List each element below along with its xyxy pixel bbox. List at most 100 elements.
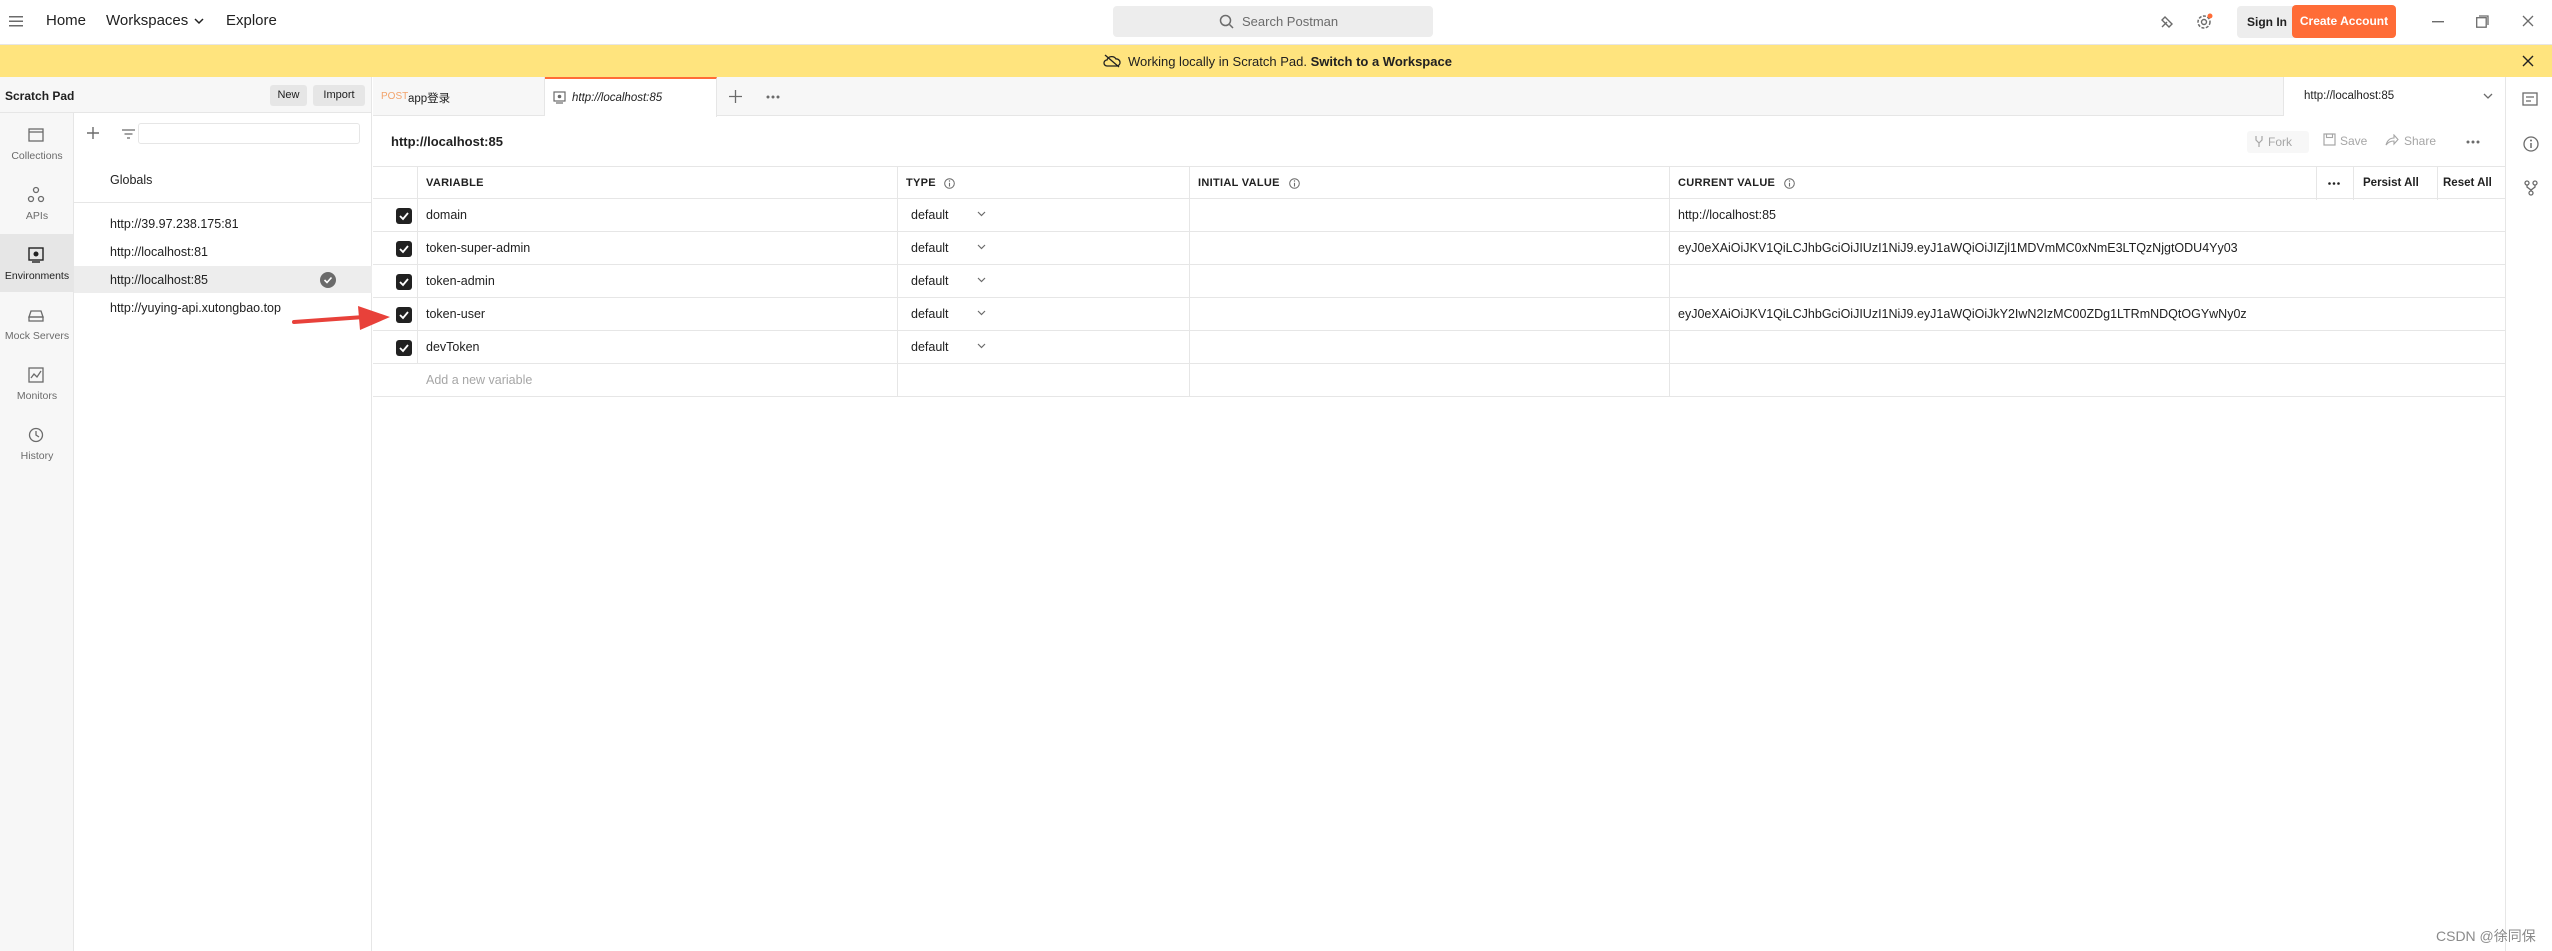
fork-button[interactable]: Fork [2247,131,2309,153]
fork-icon[interactable] [2524,180,2538,196]
add-environment-icon[interactable] [87,127,99,139]
tab-method: POST [381,91,409,102]
banner-message: Working locally in Scratch Pad. [1128,54,1307,69]
environment-item[interactable]: http://39.97.238.175:81 [74,210,372,237]
variable-type[interactable]: default [911,208,949,222]
nav-explore[interactable]: Explore [226,12,277,29]
settings-gear-icon[interactable] [2195,13,2213,31]
column-header-current-value: CURRENT VALUE [1678,177,1776,189]
variable-type[interactable]: default [911,274,949,288]
reset-all-button[interactable]: Reset All [2443,177,2492,189]
enabled-checkbox[interactable] [396,274,412,290]
variable-current-value[interactable]: eyJ0eXAiOiJKV1QiLCJhbGciOiJIUzI1NiJ9.eyJ… [1678,241,2238,255]
variable-type[interactable]: default [911,340,949,354]
variable-name[interactable]: token-super-admin [426,241,530,255]
enabled-checkbox[interactable] [396,340,412,356]
share-icon [2385,134,2399,146]
tab-request[interactable]: POST app登录 [373,77,545,116]
top-bar: Home Workspaces Explore Search Postman S… [0,0,2552,45]
hamburger-menu-icon[interactable] [9,15,23,27]
fork-icon [2254,135,2264,147]
sidebar-item-monitors[interactable]: Monitors [0,354,74,412]
variable-name[interactable]: devToken [426,340,480,354]
sidebar-rail: Collections APIs Environments Mock Serve… [0,113,74,951]
chevron-down-icon[interactable] [194,18,204,25]
sidebar-label-monitors: Monitors [16,390,58,402]
table-header-row: VARIABLE TYPE INITIAL VALUE CURRENT VALU… [373,166,2505,200]
save-button[interactable]: Save [2340,134,2367,148]
search-input[interactable]: Search Postman [1113,6,1433,37]
enabled-checkbox[interactable] [396,208,412,224]
persist-all-button[interactable]: Persist All [2363,177,2419,189]
info-icon[interactable] [1784,178,1795,189]
info-icon[interactable] [944,178,955,189]
table-row[interactable]: domain default http://localhost:85 [373,199,2505,232]
info-icon[interactable] [1289,178,1300,189]
environment-item[interactable]: http://localhost:81 [74,238,372,265]
sign-in-button[interactable]: Sign In [2237,6,2297,38]
chevron-down-icon[interactable] [977,211,986,217]
table-row[interactable]: devToken default [373,331,2505,364]
sidebar-label-history: History [20,450,54,462]
table-row[interactable]: token-super-admin default eyJ0eXAiOiJKV1… [373,232,2505,265]
more-tabs-icon[interactable] [766,95,780,99]
environment-label: http://yuying-api.xutongbao.top [110,301,281,315]
column-options-icon[interactable] [2328,182,2340,185]
variable-name[interactable]: token-user [426,307,485,321]
scratch-pad-title: Scratch Pad [5,89,75,103]
table-row[interactable]: token-admin default [373,265,2505,298]
close-window-icon[interactable] [2522,15,2534,27]
add-variable-input[interactable]: Add a new variable [426,373,532,387]
satellite-icon[interactable] [2159,14,2175,30]
nav-home[interactable]: Home [46,12,86,29]
chevron-down-icon[interactable] [977,277,986,283]
more-actions-icon[interactable] [2466,140,2480,144]
sidebar-item-environments[interactable]: Environments [0,234,74,292]
import-button[interactable]: Import [313,85,365,106]
variable-name[interactable]: token-admin [426,274,495,288]
environment-label: http://39.97.238.175:81 [110,217,239,231]
info-icon[interactable] [2523,136,2539,152]
variable-type[interactable]: default [911,241,949,255]
new-button[interactable]: New [270,85,307,106]
tab-environment[interactable]: http://localhost:85 [545,77,717,117]
divider [74,202,372,203]
variable-name[interactable]: domain [426,208,467,222]
column-header-variable: VARIABLE [426,177,484,189]
close-banner-icon[interactable] [2522,55,2534,67]
sidebar-item-history[interactable]: History [0,414,74,472]
environment-list: Globals http://39.97.238.175:81 http://l… [74,113,372,951]
variable-current-value[interactable]: http://localhost:85 [1678,208,1776,222]
environment-selector[interactable]: http://localhost:85 [2283,77,2505,116]
active-check-icon[interactable] [320,272,336,288]
new-tab-icon[interactable] [729,90,742,103]
environment-title[interactable]: http://localhost:85 [391,134,503,149]
sidebar-item-apis[interactable]: APIs [0,174,74,232]
chevron-down-icon[interactable] [977,343,986,349]
monitors-icon [27,366,45,384]
create-account-button[interactable]: Create Account [2292,5,2396,38]
switch-workspace-link[interactable]: Switch to a Workspace [1311,54,1452,69]
environment-item-active[interactable]: http://localhost:85 [74,266,372,293]
add-variable-row[interactable]: Add a new variable [373,364,2505,397]
environment-selector-label: http://localhost:85 [2304,90,2395,102]
chevron-down-icon[interactable] [977,244,986,250]
enabled-checkbox[interactable] [396,307,412,323]
sidebar-item-collections[interactable]: Collections [0,114,74,172]
table-row[interactable]: token-user default eyJ0eXAiOiJKV1QiLCJhb… [373,298,2505,331]
variable-type[interactable]: default [911,307,949,321]
share-button[interactable]: Share [2404,134,2436,148]
restore-icon[interactable] [2476,15,2489,28]
filter-icon[interactable] [122,129,135,139]
minimize-icon[interactable] [2432,21,2444,23]
variable-current-value[interactable]: eyJ0eXAiOiJKV1QiLCJhbGciOiJIUzI1NiJ9.eyJ… [1678,307,2247,321]
globals-label: Globals [110,173,153,187]
enabled-checkbox[interactable] [396,241,412,257]
environment-search-input[interactable] [138,123,360,144]
environment-quick-look-icon[interactable] [2522,92,2538,108]
globals-item[interactable]: Globals [74,166,372,193]
sidebar-item-mock-servers[interactable]: Mock Servers [0,294,74,352]
chevron-down-icon[interactable] [977,310,986,316]
sidebar-label-collections: Collections [11,150,63,162]
nav-workspaces[interactable]: Workspaces [106,12,188,29]
